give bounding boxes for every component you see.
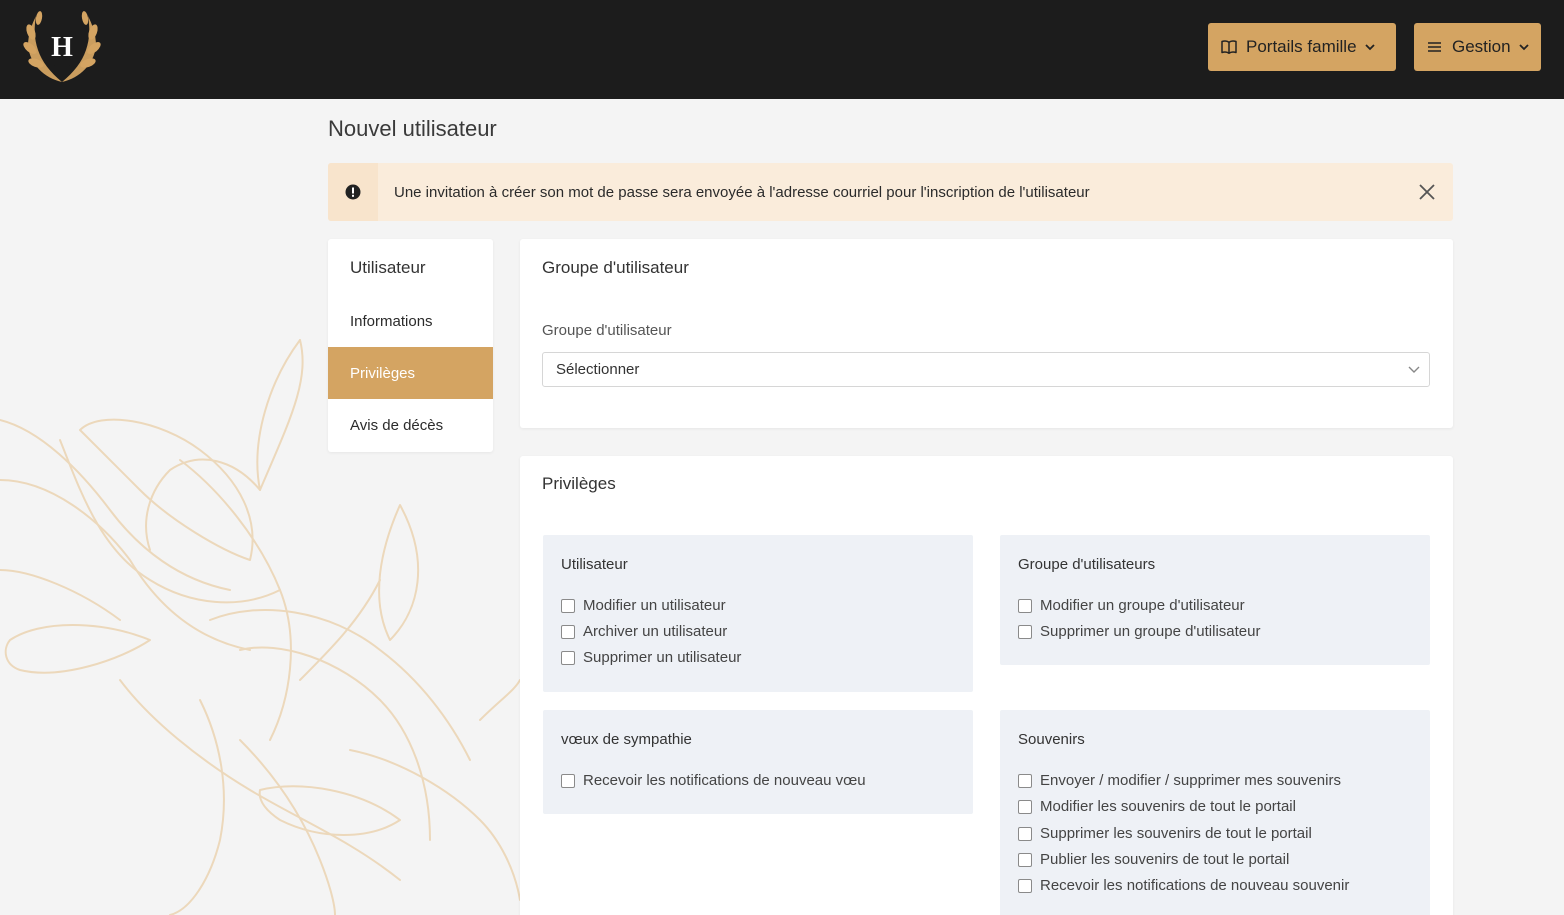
privilege-group-title: Utilisateur [561,556,628,573]
sidenav-title: Utilisateur [350,258,426,277]
close-alert-button[interactable] [1417,182,1437,202]
checkbox[interactable] [1018,598,1032,613]
user-group-select[interactable]: Sélectionner [542,352,1430,387]
privilege-checkbox-item[interactable]: Supprimer les souvenirs de tout le porta… [1018,825,1312,842]
privilege-label: Recevoir les notifications de nouveau vœ… [583,772,866,789]
privilege-checkbox-item[interactable]: Supprimer un groupe d'utilisateur [1018,623,1261,640]
user-group-card: Groupe d'utilisateur Groupe d'utilisateu… [520,239,1453,428]
gestion-button[interactable]: Gestion [1414,23,1541,71]
privilege-label: Envoyer / modifier / supprimer mes souve… [1040,772,1341,789]
checkbox[interactable] [561,624,575,639]
invitation-alert: Une invitation à créer son mot de passe … [328,163,1453,221]
sidenav-item-label: Avis de décès [350,416,444,434]
checkbox[interactable] [1018,773,1032,788]
privilege-checkbox-item[interactable]: Envoyer / modifier / supprimer mes souve… [1018,772,1341,789]
user-sidenav: Utilisateur Informations Privilèges Avis… [328,239,493,452]
privilege-group-title: Groupe d'utilisateurs [1018,556,1156,573]
sidenav-item-label: Privilèges [350,364,416,382]
page-title: Nouvel utilisateur [328,116,497,141]
privilege-label: Publier les souvenirs de tout le portail [1040,851,1290,868]
checkbox[interactable] [561,598,575,613]
privilege-group-utilisateur: Utilisateur Modifier un utilisateur Arch… [543,535,973,692]
privilege-group-groupe-utilisateurs: Groupe d'utilisateurs Modifier un groupe… [1000,535,1430,665]
privilege-group-voeux-de-sympathie: vœux de sympathie Recevoir les notificat… [543,710,973,814]
privilege-checkbox-item[interactable]: Publier les souvenirs de tout le portail [1018,851,1289,868]
sidenav-item-avis-de-deces[interactable]: Avis de décès [328,399,493,451]
checkbox[interactable] [1018,799,1032,814]
top-header: H Portails famille Gestion [0,0,1564,99]
chevron-down-icon [1408,366,1420,373]
privilege-label: Supprimer un utilisateur [583,649,742,666]
privileges-card-title: Privilèges [542,474,616,493]
chevron-down-icon [1364,41,1376,53]
privileges-card: Privilèges Utilisateur Modifier un utili… [520,456,1453,915]
privilege-group-souvenirs: Souvenirs Envoyer / modifier / supprimer… [1000,710,1430,915]
exclamation-circle-icon [345,184,361,200]
privilege-checkbox-item[interactable]: Recevoir les notifications de nouveau so… [1018,877,1349,894]
privilege-checkbox-item[interactable]: Modifier les souvenirs de tout le portai… [1018,798,1296,815]
chevron-down-icon [1518,41,1530,53]
logo-letter: H [51,32,73,63]
privilege-label: Recevoir les notifications de nouveau so… [1040,877,1350,894]
sidenav-item-informations[interactable]: Informations [328,295,493,347]
privilege-label: Modifier les souvenirs de tout le portai… [1040,798,1296,815]
privilege-label: Archiver un utilisateur [583,623,728,640]
privilege-checkbox-item[interactable]: Modifier un groupe d'utilisateur [1018,597,1245,614]
portails-famille-label: Portails famille [1246,37,1357,56]
alert-message: Une invitation à créer son mot de passe … [394,183,1090,201]
privilege-checkbox-item[interactable]: Modifier un utilisateur [561,597,726,614]
book-icon [1220,38,1238,56]
group-card-title: Groupe d'utilisateur [542,258,689,277]
sidenav-item-label: Informations [350,312,433,330]
select-value: Sélectionner [556,361,640,378]
logo[interactable]: H [22,10,102,86]
checkbox[interactable] [1018,826,1032,841]
checkbox[interactable] [561,650,575,665]
privilege-label: Supprimer un groupe d'utilisateur [1040,623,1261,640]
privilege-label: Supprimer les souvenirs de tout le porta… [1040,825,1312,842]
privilege-checkbox-item[interactable]: Supprimer un utilisateur [561,649,741,666]
checkbox[interactable] [1018,852,1032,867]
privilege-group-title: Souvenirs [1018,731,1085,748]
checkbox[interactable] [1018,624,1032,639]
sidenav-item-privileges[interactable]: Privilèges [328,347,493,399]
privilege-label: Modifier un groupe d'utilisateur [1040,597,1245,614]
close-icon [1419,184,1435,200]
privilege-group-title: vœux de sympathie [561,731,692,748]
privilege-label: Modifier un utilisateur [583,597,726,614]
checkbox[interactable] [561,773,575,788]
portails-famille-button[interactable]: Portails famille [1208,23,1396,71]
group-field-label: Groupe d'utilisateur [542,322,672,339]
gestion-label: Gestion [1452,37,1511,56]
privilege-checkbox-item[interactable]: Archiver un utilisateur [561,623,727,640]
privilege-checkbox-item[interactable]: Recevoir les notifications de nouveau vœ… [561,772,866,789]
checkbox[interactable] [1018,878,1032,893]
alert-icon-box [328,163,378,221]
menu-icon [1426,38,1444,56]
